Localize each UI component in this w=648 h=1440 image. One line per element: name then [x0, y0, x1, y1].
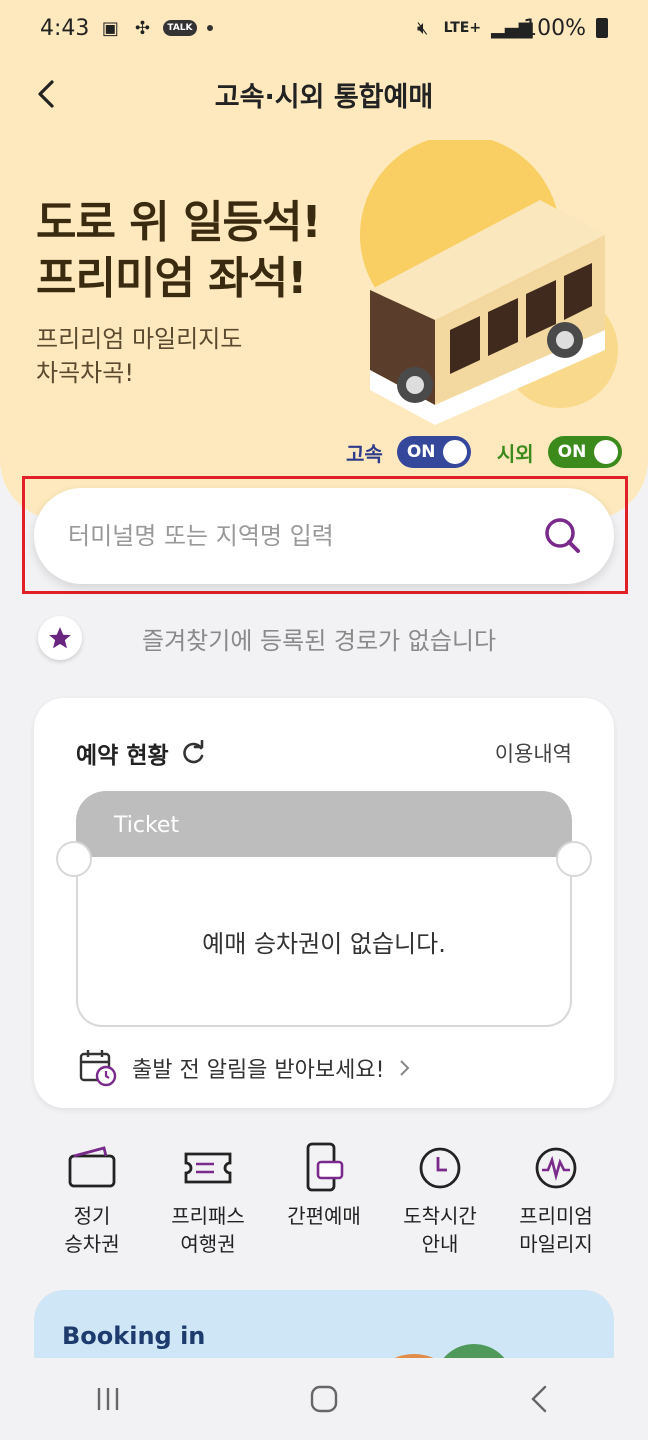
promo-headline: 도로 위 일등석! 프리미엄 좌석!: [36, 195, 322, 307]
quick-menu-commuter-pass[interactable]: 정기 승차권: [34, 1140, 150, 1270]
wallet-icon: [68, 1146, 116, 1188]
battery-icon: [596, 18, 608, 38]
recents-icon: [97, 1388, 119, 1410]
search-icon[interactable]: [538, 511, 588, 561]
star-icon[interactable]: [38, 616, 82, 660]
toggle-knob: [442, 440, 467, 464]
quick-menu-premium-mileage[interactable]: 프리미엄 마일리지: [498, 1140, 614, 1270]
reservation-status-card: 예약 현황 이용내역 Ticket 예매 승차권이 없습니다. 출발 전 알림을…: [34, 698, 614, 1108]
ticket-placeholder: Ticket 예매 승차권이 없습니다.: [56, 791, 592, 1027]
bus-type-toggles: 고속 ON 시외 ON: [346, 436, 622, 468]
quick-menu: 정기 승차권 프리패스 여행권 간편예매 도착시간 안내 프리미엄 마일리지: [34, 1140, 614, 1270]
quick-menu-label: 간편예매: [287, 1204, 361, 1228]
departure-alert-text: 출발 전 알림을 받아보세요!: [132, 1058, 385, 1083]
nav-back-button[interactable]: [510, 1369, 570, 1429]
quick-menu-label: 프리패스 여행권: [171, 1204, 245, 1256]
calendar-alarm-icon: [79, 1050, 117, 1087]
quick-menu-easy-booking[interactable]: 간편예매: [266, 1140, 382, 1270]
express-toggle-label: 고속: [346, 441, 383, 466]
mileage-icon: [535, 1147, 577, 1189]
status-time: 4:43: [40, 15, 90, 41]
favorites-empty-text: 즐겨찾기에 등록된 경로가 없습니다: [142, 626, 497, 655]
freepass-ticket-icon: [184, 1152, 232, 1184]
promo-subtext: 프리리엄 마일리지도 차곡차곡!: [36, 322, 242, 390]
quick-menu-label: 도착시간 안내: [403, 1204, 477, 1256]
usage-history-link[interactable]: 이용내역: [495, 738, 572, 768]
ticket-notch-right: [556, 841, 592, 877]
bus-illustration: [360, 140, 618, 425]
notification-dot-icon: [206, 25, 213, 31]
search-bar[interactable]: [34, 488, 614, 584]
home-icon: [310, 1385, 338, 1413]
status-bar: 4:43 ▣ ✣ TALK 🔇︎ LTE+ ▂▄▆ 100%: [0, 0, 648, 56]
system-nav-bar: [0, 1358, 648, 1440]
reservation-title-text: 예약 현황: [76, 743, 169, 769]
favorites-row: 즐겨찾기에 등록된 경로가 없습니다: [38, 616, 496, 660]
page-title: 고속·시외 통합예매: [214, 81, 434, 113]
back-icon: [531, 1385, 547, 1413]
back-button[interactable]: [30, 76, 66, 112]
hero-banner: 4:43 ▣ ✣ TALK 🔇︎ LTE+ ▂▄▆ 100% 고속·시외 통합예…: [0, 0, 648, 520]
ticket-notch-left: [56, 841, 92, 877]
intercity-toggle-label: 시외: [496, 441, 534, 466]
home-button[interactable]: [294, 1369, 354, 1429]
promo-headline-line1: 도로 위 일등석!: [36, 197, 322, 248]
gallery-icon: ▣: [101, 17, 119, 39]
battery-label: 100%: [523, 15, 586, 41]
reservation-title: 예약 현황: [76, 736, 207, 770]
quick-menu-label: 프리미엄 마일리지: [519, 1204, 593, 1256]
promo-subtext-line2: 차곡차곡!: [36, 359, 134, 387]
express-toggle[interactable]: ON: [396, 436, 471, 468]
search-input[interactable]: [68, 522, 538, 550]
top-bar: 고속·시외 통합예매: [0, 64, 648, 124]
departure-alert-link[interactable]: 출발 전 알림을 받아보세요!: [78, 1048, 412, 1088]
chevron-right-icon: [400, 1060, 410, 1076]
signal-icon: ▂▄▆: [491, 17, 533, 39]
mobile-ticket-icon: [306, 1142, 344, 1192]
quick-menu-label: 정기 승차권: [64, 1204, 120, 1256]
network-label: LTE+: [443, 20, 482, 36]
quick-menu-freepass[interactable]: 프리패스 여행권: [150, 1140, 266, 1270]
mute-icon: 🔇︎: [416, 17, 429, 39]
intercity-toggle-state: ON: [557, 442, 587, 462]
recent-apps-button[interactable]: [78, 1369, 138, 1429]
intercity-toggle[interactable]: ON: [547, 436, 622, 468]
ticket-header: Ticket: [76, 791, 572, 857]
promo-headline-line2: 프리미엄 좌석!: [36, 253, 307, 304]
promo-subtext-line1: 프리리엄 마일리지도: [36, 325, 243, 353]
refresh-icon[interactable]: [181, 740, 207, 766]
quick-menu-arrival-time[interactable]: 도착시간 안내: [382, 1140, 498, 1270]
toggle-knob: [593, 440, 618, 464]
ticket-empty-text: 예매 승차권이 없습니다.: [76, 857, 572, 1027]
banner-title: Booking in: [62, 1322, 206, 1350]
talk-icon: TALK: [163, 20, 197, 36]
express-toggle-state: ON: [406, 442, 436, 462]
clock-icon: [419, 1147, 461, 1189]
network-share-icon: ✣: [134, 17, 150, 39]
